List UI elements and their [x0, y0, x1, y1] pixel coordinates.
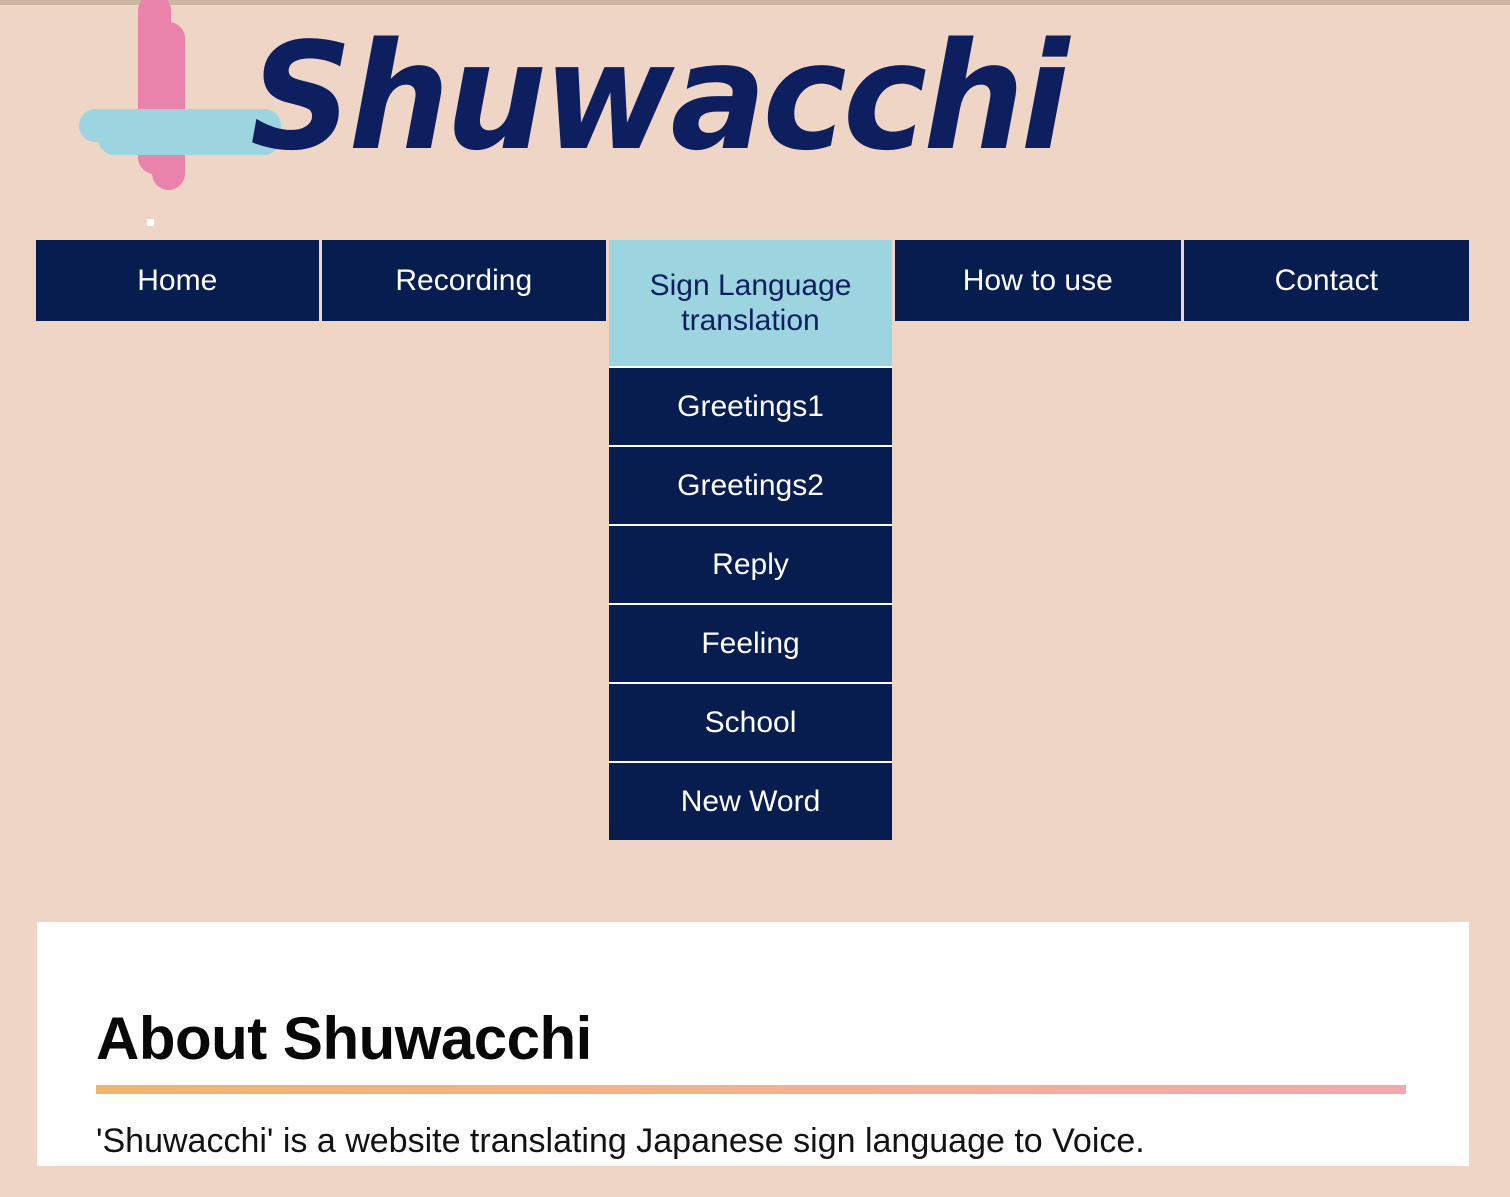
nav-item-home[interactable]: Home [36, 240, 319, 321]
dropdown-item-greetings2[interactable]: Greetings2 [609, 445, 893, 524]
nav-item-contact[interactable]: Contact [1183, 240, 1470, 321]
dropdown-item-greetings1-label: Greetings1 [677, 389, 824, 423]
page-title: About Shuwacchi [96, 1005, 592, 1072]
dropdown-item-reply[interactable]: Reply [609, 524, 893, 603]
content-panel-inner: About Shuwacchi 'Shuwacchi' is a website… [96, 1007, 1406, 1197]
content-panel: About Shuwacchi 'Shuwacchi' is a website… [37, 922, 1469, 1166]
dropdown-item-feeling-label: Feeling [701, 626, 800, 660]
site-header: Shuwacchi [0, 0, 1510, 235]
dropdown-item-new-word[interactable]: New Word [609, 761, 893, 840]
nav-item-contact-label: Contact [1274, 263, 1378, 297]
nav-item-sign-language-translation-label: Sign Language translation [649, 268, 852, 337]
site-wordmark[interactable]: Shuwacchi [250, 23, 1069, 171]
dropdown-item-new-word-label: New Word [680, 784, 821, 818]
dropdown-item-greetings1[interactable]: Greetings1 [609, 366, 893, 445]
nav-item-recording-label: Recording [395, 263, 533, 297]
intro-paragraph: 'Shuwacchi' is a website translating Jap… [96, 1122, 1145, 1160]
title-underline-rule [96, 1085, 1406, 1094]
main-navigation: Home Recording Sign Language translation… [36, 240, 1470, 840]
dropdown-item-school-label: School [704, 705, 797, 739]
dropdown-item-greetings2-label: Greetings2 [677, 468, 824, 502]
nav-item-home-label: Home [137, 263, 218, 297]
nav-dropdown: Greetings1 Greetings2 Reply Feeling Scho… [609, 366, 893, 840]
plus-cross-logo-icon[interactable] [40, 0, 281, 226]
dropdown-item-feeling[interactable]: Feeling [609, 603, 893, 682]
logo-dot-icon [147, 219, 154, 226]
dropdown-item-reply-label: Reply [712, 547, 789, 581]
nav-item-how-to-use[interactable]: How to use [895, 240, 1181, 321]
nav-item-recording[interactable]: Recording [321, 240, 607, 321]
logo-pink-bar-lower [152, 22, 185, 190]
nav-menu-sign-language-translation: Sign Language translation Greetings1 Gre… [609, 240, 893, 840]
nav-item-how-to-use-label: How to use [962, 263, 1113, 297]
dropdown-item-school[interactable]: School [609, 682, 893, 761]
nav-item-sign-language-translation[interactable]: Sign Language translation [609, 240, 893, 366]
